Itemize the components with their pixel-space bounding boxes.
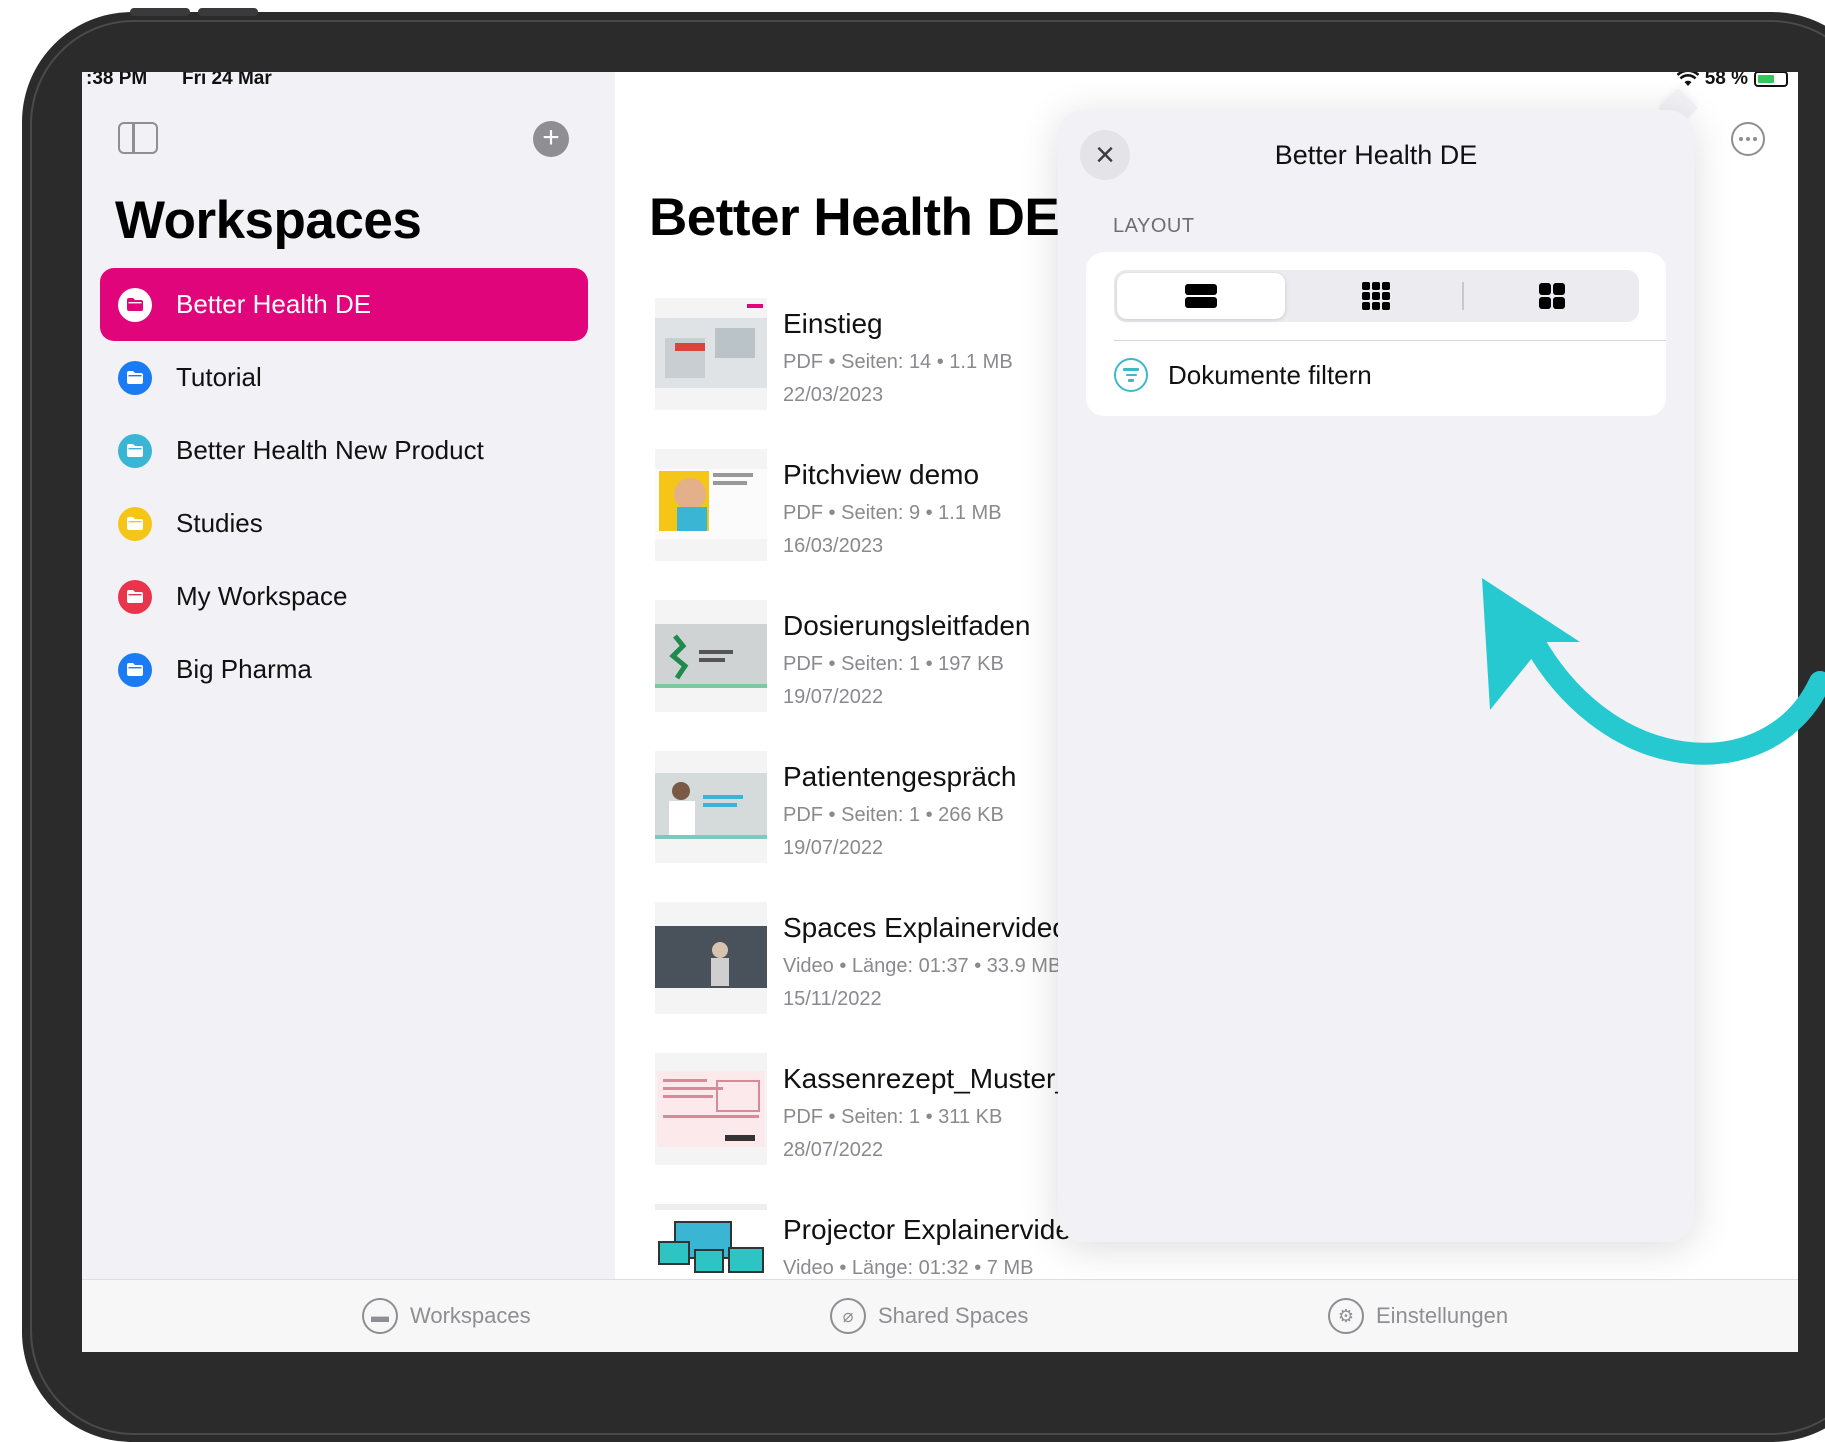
document-thumbnail bbox=[655, 449, 767, 561]
tab-bar: ▬ Workspaces ⌀ Shared Spaces ⚙ Einstellu… bbox=[82, 1279, 1798, 1352]
large-grid-layout-icon bbox=[1539, 283, 1565, 309]
document-name: Einstieg bbox=[783, 308, 883, 339]
document-meta: PDF • Seiten: 9 • 1.1 MB bbox=[783, 502, 1002, 524]
layout-option-list[interactable] bbox=[1117, 273, 1285, 319]
page-title: Better Health DE bbox=[649, 188, 1060, 247]
tab-label: Workspaces bbox=[410, 1303, 531, 1328]
document-thumbnail bbox=[655, 298, 767, 410]
workspace-item-my-workspace[interactable]: My Workspace bbox=[100, 560, 588, 633]
folder-icon bbox=[118, 287, 152, 322]
workspace-item-tutorial[interactable]: Tutorial bbox=[100, 341, 588, 414]
document-thumbnail bbox=[655, 600, 767, 712]
workspace-label: My Workspace bbox=[176, 581, 348, 611]
battery-percentage: 58 % bbox=[1704, 72, 1748, 89]
battery-icon bbox=[1754, 72, 1788, 87]
more-options-icon[interactable] bbox=[1731, 122, 1765, 156]
folder-icon bbox=[118, 433, 152, 468]
document-meta: PDF • Seiten: 1 • 311 KB bbox=[783, 1106, 1003, 1128]
tab-shared-spaces[interactable]: ⌀ Shared Spaces bbox=[830, 1298, 1028, 1334]
folder-icon bbox=[118, 506, 152, 541]
tab-label: Shared Spaces bbox=[878, 1303, 1029, 1328]
document-name: Dosierungsleitfaden bbox=[783, 610, 1031, 641]
workspace-label: Better Health New Product bbox=[176, 435, 484, 465]
workspace-list: Better Health DE Tutorial Better Health … bbox=[100, 268, 588, 706]
popover-title: Better Health DE bbox=[1274, 140, 1478, 170]
sidebar-toggle-icon[interactable] bbox=[118, 122, 158, 154]
filter-icon bbox=[1114, 358, 1148, 392]
layout-option-large-grid[interactable] bbox=[1468, 273, 1636, 319]
status-time: :38 PM bbox=[86, 72, 148, 89]
layout-option-small-grid[interactable] bbox=[1292, 273, 1460, 319]
workspace-item-better-health-new-product[interactable]: Better Health New Product bbox=[100, 414, 588, 487]
tab-einstellungen[interactable]: ⚙ Einstellungen bbox=[1328, 1298, 1508, 1334]
folder-icon bbox=[118, 652, 152, 687]
layout-card: Dokumente filtern bbox=[1086, 252, 1666, 416]
document-date: 22/03/2023 bbox=[783, 384, 884, 406]
document-meta: PDF • Seiten: 1 • 266 KB bbox=[783, 804, 1004, 826]
workspace-label: Better Health DE bbox=[176, 289, 372, 319]
document-meta: Video • Länge: 01:32 • 7 MB bbox=[783, 1257, 1034, 1279]
status-date: Fri 24 Mar bbox=[182, 72, 272, 89]
document-name: Patientengespräch bbox=[783, 761, 1017, 792]
device-volume-button bbox=[130, 8, 190, 16]
folder-icon bbox=[118, 579, 152, 614]
sidebar-title: Workspaces bbox=[115, 191, 422, 250]
document-meta: PDF • Seiten: 14 • 1.1 MB bbox=[783, 351, 1013, 373]
workspace-item-better-health-de[interactable]: Better Health DE bbox=[100, 268, 588, 341]
document-name: Spaces Explainervideo bbox=[783, 912, 1068, 943]
workspace-item-big-pharma[interactable]: Big Pharma bbox=[100, 633, 588, 706]
document-thumbnail bbox=[655, 1053, 767, 1165]
wifi-icon bbox=[1676, 72, 1699, 86]
workspace-label: Studies bbox=[176, 508, 263, 538]
sidebar: + Workspaces Better Health DE Tutorial B… bbox=[82, 72, 616, 1279]
document-meta: PDF • Seiten: 1 • 197 KB bbox=[783, 653, 1004, 675]
document-date: 19/07/2022 bbox=[783, 837, 884, 859]
workspace-label: Big Pharma bbox=[176, 654, 312, 684]
workspace-item-studies[interactable]: Studies bbox=[100, 487, 588, 560]
annotation-arrow bbox=[1482, 578, 1825, 765]
folder-icon: ▬ bbox=[362, 1298, 398, 1334]
workspace-label: Tutorial bbox=[176, 362, 262, 392]
document-date: 19/07/2022 bbox=[783, 686, 884, 708]
folder-icon bbox=[118, 360, 152, 395]
gear-icon: ⚙ bbox=[1328, 1298, 1364, 1334]
segment-divider bbox=[1462, 282, 1464, 310]
document-name: Pitchview demo bbox=[783, 459, 980, 490]
small-grid-layout-icon bbox=[1362, 282, 1390, 310]
layout-section-label: LAYOUT bbox=[1113, 215, 1195, 237]
document-name: Projector Explainervideo bbox=[783, 1214, 1087, 1245]
paperclip-icon: ⌀ bbox=[830, 1298, 866, 1334]
add-workspace-button[interactable]: + bbox=[533, 121, 569, 157]
document-thumbnail bbox=[655, 902, 767, 1014]
status-bar: :38 PM Fri 24 Mar 58 % bbox=[82, 72, 1798, 112]
document-date: 15/11/2022 bbox=[783, 988, 882, 1010]
layout-segmented-control bbox=[1114, 270, 1639, 322]
list-layout-icon bbox=[1185, 284, 1217, 308]
tab-workspaces[interactable]: ▬ Workspaces bbox=[362, 1298, 531, 1334]
document-date: 16/03/2023 bbox=[783, 535, 884, 557]
document-meta: Video • Länge: 01:37 • 33.9 MB bbox=[783, 955, 1062, 977]
tab-label: Einstellungen bbox=[1376, 1303, 1509, 1328]
filter-documents-row[interactable]: Dokumente filtern bbox=[1114, 358, 1372, 392]
filter-documents-label: Dokumente filtern bbox=[1168, 359, 1372, 390]
device-volume-button bbox=[198, 8, 258, 16]
document-thumbnail bbox=[655, 751, 767, 863]
document-date: 28/07/2022 bbox=[783, 1139, 884, 1161]
divider bbox=[1114, 340, 1666, 341]
